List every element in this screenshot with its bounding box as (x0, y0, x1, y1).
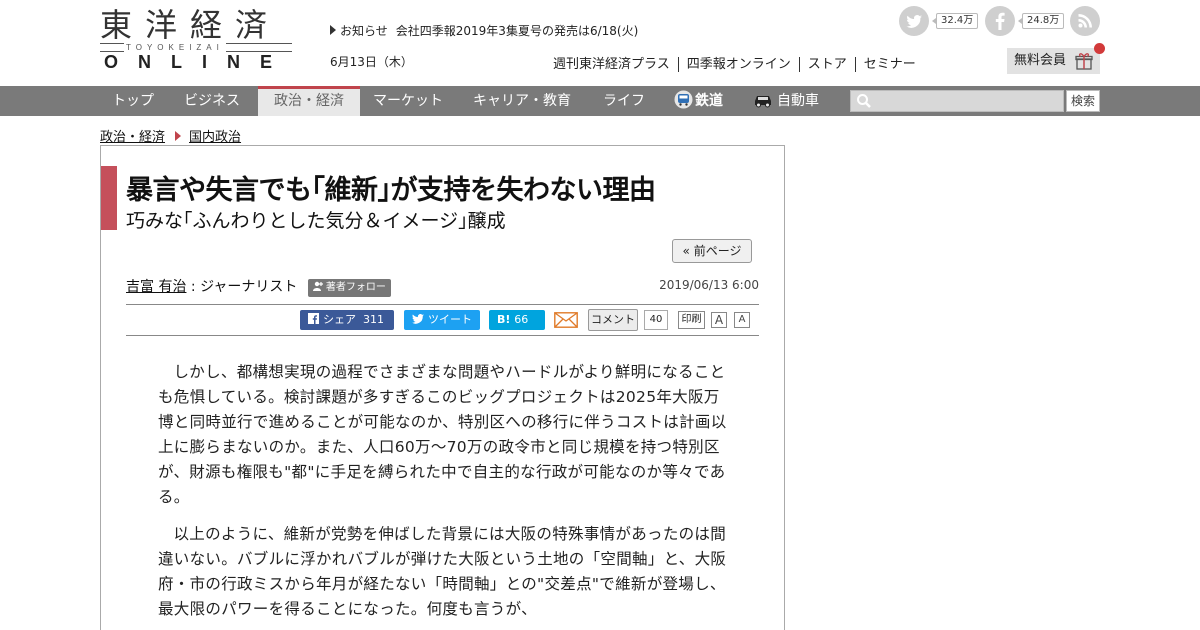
byline: 吉富 有治 : ジャーナリスト 著者フォロー (126, 276, 391, 297)
breadcrumb-domestic-politics[interactable]: 国内政治 (189, 130, 241, 145)
search-icon (857, 94, 871, 108)
logo-band: TOYOKEIZAI (100, 43, 292, 52)
notice-label: お知らせ (340, 24, 388, 38)
logo-roman: TOYOKEIZAI (124, 43, 226, 52)
nav-railway-label: 鉄道 (695, 93, 723, 109)
twitter-count: 32.4万 (931, 13, 979, 29)
tweet-button[interactable]: ツイート (404, 310, 480, 330)
topnav-seminar[interactable]: セミナー (854, 57, 924, 72)
notice-text: 会社四季報2019年3集夏号の発売は6/18(火) (395, 24, 639, 38)
nav-politics-economy[interactable]: 政治・経済 (258, 86, 360, 116)
breadcrumb: 政治・経済 国内政治 (100, 126, 241, 145)
search-input[interactable] (850, 90, 1064, 112)
logo-online: ONLINE (104, 52, 293, 72)
free-member-button[interactable]: 無料会員 (1007, 43, 1105, 74)
font-size-small-button[interactable]: A (734, 312, 750, 328)
gift-icon (1075, 53, 1093, 70)
top-nav: 週刊東洋経済プラス 四季報オンライン ストア セミナー (553, 53, 924, 72)
facebook-share-button[interactable]: シェア 311 (300, 310, 394, 330)
search-button[interactable]: 検索 (1066, 90, 1100, 112)
facebook-share-count: 311 (363, 313, 384, 326)
train-icon (674, 90, 693, 109)
hatena-count: 66 (514, 313, 529, 326)
nav-career-education[interactable]: キャリア・教育 (473, 86, 571, 116)
car-icon (755, 96, 771, 108)
topnav-shikiho-online[interactable]: 四季報オンライン (677, 57, 799, 72)
title-accent-bar (101, 166, 117, 230)
article-body: しかし、都構想実現の過程でさまざまな問題やハードルがより鮮明になることも危惧して… (158, 360, 728, 630)
article-paragraph: 以上のように、維新が党勢を伸ばした背景には大阪の特殊事情があったのは間違いない。… (158, 525, 727, 618)
facebook-icon[interactable] (985, 6, 1015, 36)
comment-button[interactable]: コメント (588, 309, 638, 331)
follow-author-button[interactable]: 著者フォロー (307, 279, 391, 297)
tweet-label: ツイート (428, 313, 472, 326)
topnav-weekly-plus[interactable]: 週刊東洋経済プラス (553, 57, 678, 72)
comment-count: 40 (644, 310, 668, 330)
author-role: : ジャーナリスト (190, 279, 298, 295)
hatena-icon: B! (497, 313, 511, 326)
facebook-icon (308, 313, 319, 324)
nav-automobile[interactable]: 自動車 (752, 86, 819, 116)
facebook-count: 24.8万 (1017, 13, 1065, 29)
article: 暴言や失言でも｢維新｣が支持を失わない理由 巧みな｢ふんわりとした気分＆イメージ… (100, 145, 785, 630)
article-paragraph: しかし、都構想実現の過程でさまざまな問題やハードルがより鮮明になることも危惧して… (158, 363, 727, 506)
site-logo[interactable]: 東洋経済 TOYOKEIZAI ONLINE (100, 6, 293, 72)
notice-arrow-icon (330, 25, 336, 35)
current-date: 6月13日（木） (330, 55, 413, 69)
topnav-store[interactable]: ストア (798, 57, 855, 72)
nav-automobile-label: 自動車 (777, 93, 819, 109)
print-button[interactable]: 印刷 (678, 311, 705, 329)
article-title: 暴言や失言でも｢維新｣が支持を失わない理由 (126, 175, 656, 206)
prev-page-button[interactable]: « 前ページ (672, 239, 752, 263)
notification-dot (1094, 43, 1105, 54)
nav-market[interactable]: マーケット (373, 86, 443, 116)
font-size-large-button[interactable]: A (711, 312, 727, 328)
notice[interactable]: お知らせ 会社四季報2019年3集夏号の発売は6/18(火) (330, 22, 638, 39)
nav-railway[interactable]: 鉄道 (674, 86, 723, 116)
divider (126, 335, 759, 336)
publish-date: 2019/06/13 6:00 (659, 278, 759, 292)
breadcrumb-politics-economy[interactable]: 政治・経済 (100, 130, 165, 145)
hatena-bookmark-button[interactable]: B! 66 (489, 310, 545, 330)
person-plus-icon (312, 281, 323, 291)
mail-icon[interactable] (554, 312, 578, 328)
breadcrumb-arrow-icon (175, 131, 182, 141)
twitter-bird-icon (412, 314, 424, 324)
nav-top[interactable]: トップ (112, 86, 154, 116)
article-subtitle: 巧みな｢ふんわりとした気分＆イメージ｣醸成 (126, 210, 506, 232)
logo-kanji: 東洋経済 (100, 6, 281, 44)
divider (126, 304, 759, 305)
follow-author-label: 著者フォロー (325, 282, 386, 293)
author-name[interactable]: 吉富 有治 (126, 279, 186, 295)
rss-icon[interactable] (1070, 6, 1100, 36)
free-member-label: 無料会員 (1014, 53, 1067, 68)
nav-business[interactable]: ビジネス (184, 86, 240, 116)
nav-life[interactable]: ライフ (603, 86, 645, 116)
site-header: 東洋経済 TOYOKEIZAI ONLINE お知らせ 会社四季報2019年3集夏… (0, 0, 1200, 86)
twitter-icon[interactable] (899, 6, 929, 36)
facebook-share-label: シェア (323, 313, 356, 326)
